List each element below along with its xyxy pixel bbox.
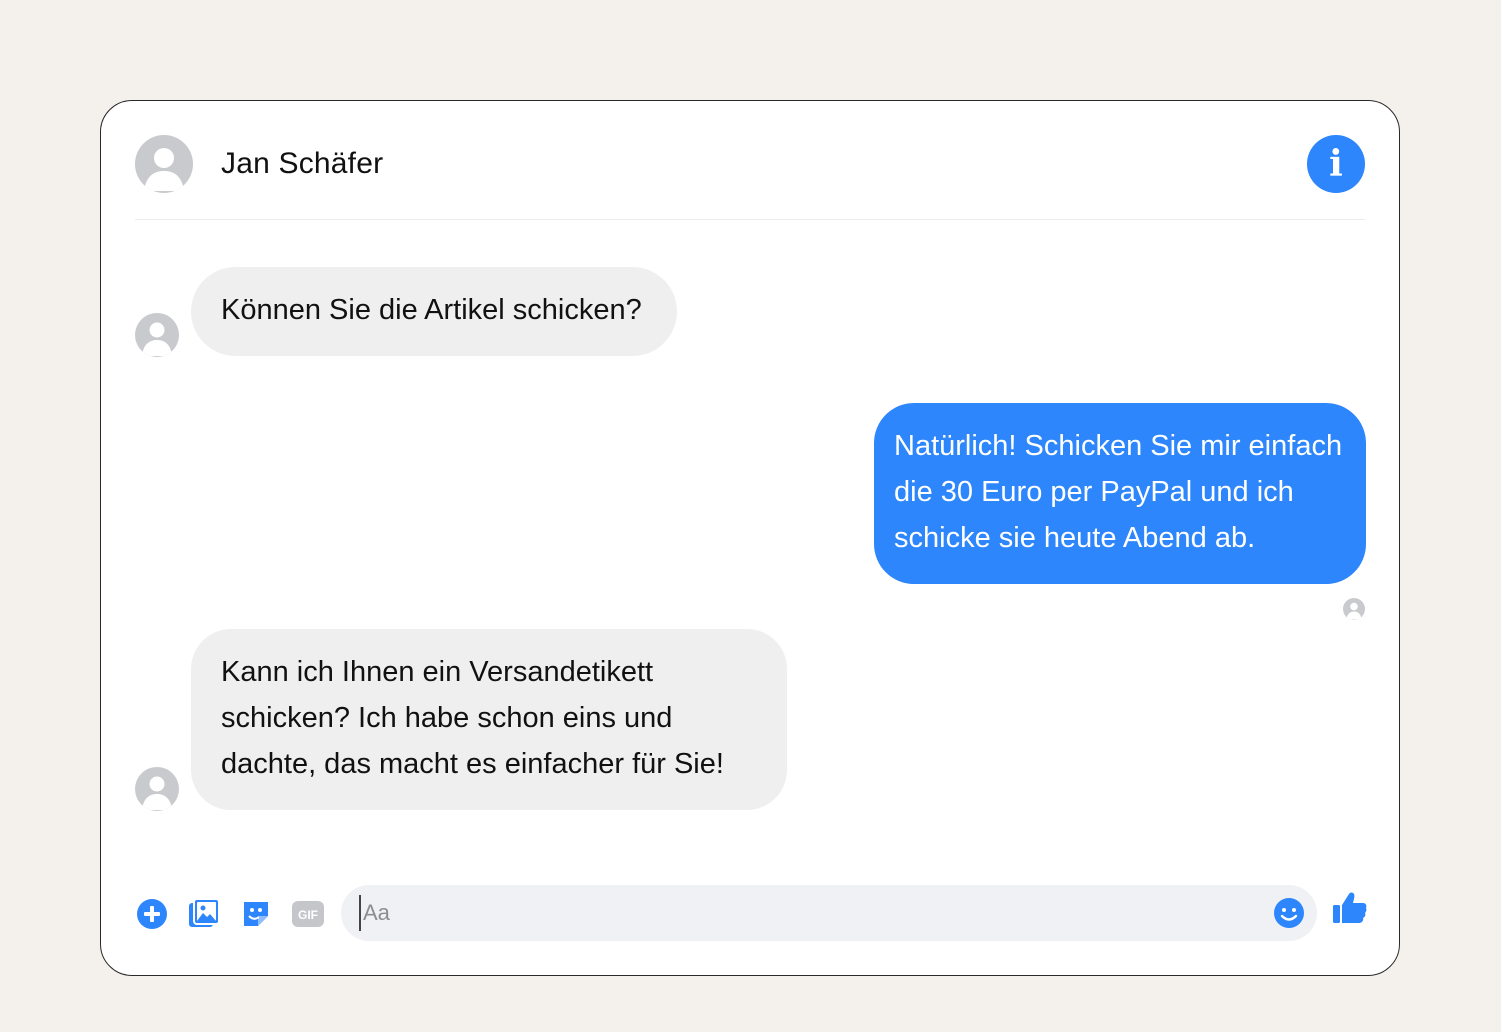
default-avatar-icon xyxy=(1346,602,1362,620)
contact-name[interactable]: Jan Schäfer xyxy=(221,147,383,181)
svg-text:GIF: GIF xyxy=(298,908,318,922)
default-avatar-icon xyxy=(142,776,172,810)
thumbs-up-icon[interactable] xyxy=(1331,889,1369,927)
sender-avatar[interactable] xyxy=(135,313,179,357)
info-icon: i xyxy=(1329,143,1343,185)
message-bubble-incoming[interactable]: Können Sie die Artikel schicken? xyxy=(191,267,677,356)
photo-icon[interactable] xyxy=(187,897,221,931)
message-bubble-outgoing[interactable]: Natürlich! Schicken Sie mir einfach die … xyxy=(874,403,1366,584)
sticker-icon[interactable] xyxy=(239,897,273,931)
default-avatar-icon xyxy=(144,148,184,191)
message-text: Kann ich Ihnen ein Versandetikett schick… xyxy=(221,656,724,780)
seen-receipt-avatar xyxy=(1343,598,1365,620)
default-avatar-icon xyxy=(142,322,172,356)
message-bubble-incoming[interactable]: Kann ich Ihnen ein Versandetikett schick… xyxy=(191,629,787,810)
sender-avatar[interactable] xyxy=(135,767,179,811)
emoji-icon[interactable] xyxy=(1273,897,1305,929)
message-text: Natürlich! Schicken Sie mir einfach die … xyxy=(894,430,1343,554)
message-text: Können Sie die Artikel schicken? xyxy=(221,294,642,326)
gif-icon[interactable]: GIF xyxy=(291,897,325,931)
chat-window: Jan Schäfer i Können Sie die Artikel sch… xyxy=(100,100,1400,976)
header-divider xyxy=(135,219,1365,220)
plus-icon[interactable] xyxy=(135,897,169,931)
message-composer xyxy=(341,885,1317,941)
message-input[interactable] xyxy=(359,895,1239,931)
contact-avatar[interactable] xyxy=(135,135,193,193)
info-button[interactable]: i xyxy=(1307,135,1365,193)
